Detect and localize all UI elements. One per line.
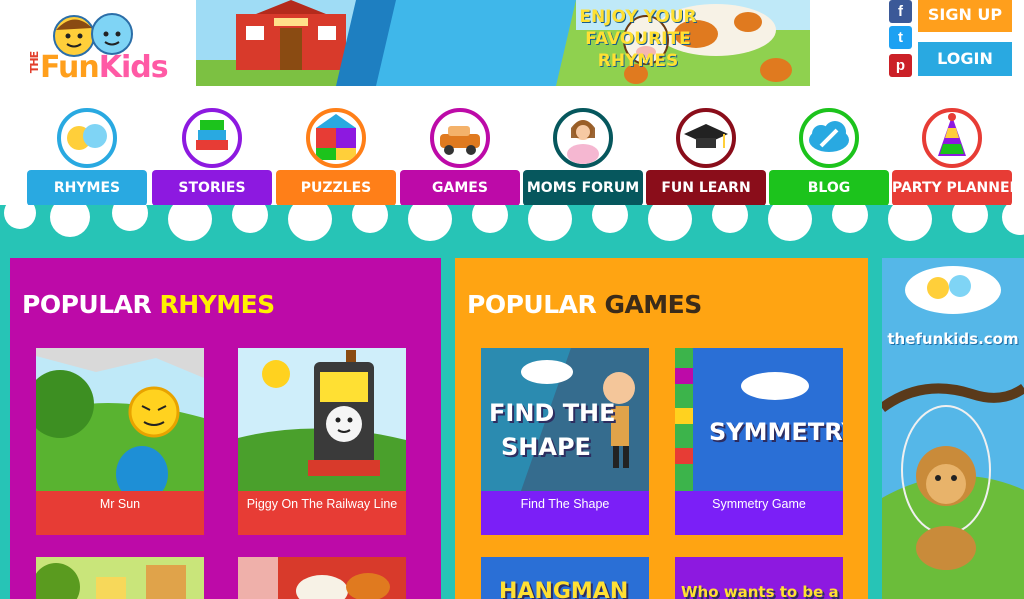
nav-item-blog[interactable]: BLOG (769, 98, 889, 210)
rhyme-4-thumbnail (238, 557, 406, 599)
nav-item-moms-forum[interactable]: MOMS FORUM (523, 98, 643, 210)
top-banner-ad[interactable]: ENJOY YOUR FAVOURITE RHYMES (196, 0, 810, 86)
popular-games-panel: POPULAR GAMES FIND THE SHAPE Find The Sh… (455, 258, 868, 599)
nav-item-games[interactable]: GAMES (400, 98, 520, 210)
banner-line-3: RHYMES (597, 51, 679, 71)
nav-label-rhymes: RHYMES (27, 170, 147, 206)
site-logo[interactable]: THE FunKids (22, 10, 172, 86)
rhyme-card-piggy-railway[interactable]: Piggy On The Railway Line (238, 348, 406, 535)
banner-line-1: ENJOY YOUR (579, 7, 697, 27)
cloud-pencil-icon (799, 108, 859, 168)
logo-fun: Fun (40, 50, 100, 85)
hangman-art-title: HANGMAN (499, 579, 629, 599)
twitter-icon[interactable]: t (889, 26, 912, 49)
popular-games-title-accent: GAMES (604, 290, 702, 319)
rhyme-card-mr-sun[interactable]: Mr Sun (36, 348, 204, 535)
symmetry-art-title: SYMMETRY (709, 418, 843, 446)
logo-wordmark: THE FunKids (28, 50, 169, 85)
logo-the: THE (28, 51, 42, 74)
game-card-symmetry[interactable]: SYMMETRY Symmetry Game (675, 348, 843, 535)
who-wants-art-title: Who wants to be a (681, 583, 839, 599)
game-caption-symmetry: Symmetry Game (675, 491, 843, 535)
popular-rhymes-title: POPULAR RHYMES (22, 290, 275, 319)
nav-label-party-planner: PARTY PLANNER (892, 170, 1012, 206)
toy-car-icon (430, 108, 490, 168)
side-ad-illustration (882, 258, 1024, 599)
rhyme-caption-piggy-railway: Piggy On The Railway Line (238, 491, 406, 535)
nav-label-blog: BLOG (769, 170, 889, 206)
game-card-hangman[interactable]: HANGMAN (481, 557, 649, 599)
find-the-shape-art-line-2: SHAPE (501, 433, 591, 461)
page: THE FunKids ENJOY YOUR FAVOURITE RHYMES … (0, 0, 1024, 599)
game-card-who-wants[interactable]: Who wants to be a (675, 557, 843, 599)
cloud-divider (0, 205, 1024, 241)
signup-button[interactable]: SIGN UP (918, 0, 1012, 32)
nav-label-puzzles: PUZZLES (276, 170, 396, 206)
popular-rhymes-title-accent: RHYMES (159, 290, 275, 319)
nav-item-puzzles[interactable]: PUZZLES (276, 98, 396, 210)
symmetry-thumbnail: SYMMETRY (675, 348, 843, 491)
mother-baby-icon (553, 108, 613, 168)
banner-line-2: FAVOURITE (585, 29, 691, 49)
mr-sun-thumbnail (36, 348, 204, 491)
nav-label-fun-learn: FUN LEARN (646, 170, 766, 206)
find-the-shape-thumbnail: FIND THE SHAPE (481, 348, 649, 491)
rhyme-3-thumbnail (36, 557, 204, 599)
find-the-shape-art-line-1: FIND THE (489, 399, 616, 427)
who-wants-thumbnail: Who wants to be a (675, 557, 843, 599)
graduation-cap-icon (676, 108, 736, 168)
nav-label-moms-forum: MOMS FORUM (523, 170, 643, 206)
rhyme-caption-mr-sun: Mr Sun (36, 491, 204, 535)
side-banner-ad[interactable]: thefunkids.com (882, 258, 1024, 599)
nav-item-rhymes[interactable]: RHYMES (27, 98, 147, 210)
game-caption-find-the-shape: Find The Shape (481, 491, 649, 535)
nav-label-games: GAMES (400, 170, 520, 206)
nav-item-party-planner[interactable]: PARTY PLANNER (892, 98, 1012, 210)
puzzle-icon (306, 108, 366, 168)
kids-faces-icon (57, 108, 117, 168)
banner-headline: ENJOY YOUR FAVOURITE RHYMES (552, 6, 724, 72)
popular-rhymes-panel: POPULAR RHYMES Mr Sun Piggy On The Railw… (10, 258, 441, 599)
logo-kids: Kids (98, 50, 169, 85)
rhyme-card-3[interactable] (36, 557, 204, 599)
hangman-thumbnail: HANGMAN (481, 557, 649, 599)
popular-games-title: POPULAR GAMES (467, 290, 702, 319)
pinterest-icon[interactable]: p (889, 54, 912, 77)
rhyme-card-4[interactable] (238, 557, 406, 599)
find-the-shape-art-title: FIND THE SHAPE (489, 396, 616, 464)
piggy-railway-thumbnail (238, 348, 406, 491)
facebook-icon[interactable]: f (889, 0, 912, 23)
nav-item-fun-learn[interactable]: FUN LEARN (646, 98, 766, 210)
nav-item-stories[interactable]: STORIES (152, 98, 272, 210)
nav-label-stories: STORIES (152, 170, 272, 206)
popular-rhymes-title-main: POPULAR (22, 290, 160, 319)
side-ad-url: thefunkids.com (887, 330, 1019, 348)
party-hat-icon (922, 108, 982, 168)
books-icon (182, 108, 242, 168)
login-button[interactable]: LOGIN (918, 42, 1012, 76)
game-card-find-the-shape[interactable]: FIND THE SHAPE Find The Shape (481, 348, 649, 535)
popular-games-title-main: POPULAR (467, 290, 605, 319)
